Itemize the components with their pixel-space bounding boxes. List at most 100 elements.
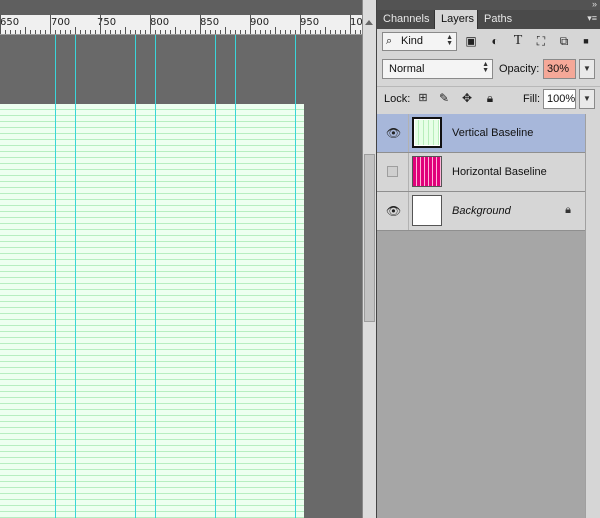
- ruler-tick: [190, 30, 191, 34]
- layer-name[interactable]: Vertical Baseline: [452, 127, 533, 139]
- lock-transparent-pixels-icon[interactable]: ⊞: [416, 91, 430, 105]
- fill-dropdown-button[interactable]: ▼: [579, 89, 595, 109]
- ruler-tick: [185, 30, 186, 34]
- tab-layers[interactable]: Layers: [435, 10, 478, 29]
- ruler-label: 950: [300, 17, 320, 28]
- ruler-tick: [15, 30, 16, 34]
- ruler-tick: [30, 30, 31, 34]
- ruler-tick: [290, 30, 291, 34]
- tab-paths[interactable]: Paths: [478, 10, 518, 29]
- canvas-vertical-scrollbar[interactable]: [362, 0, 376, 518]
- blend-mode-value: Normal: [389, 63, 425, 75]
- ruler-tick: [265, 30, 266, 34]
- vertical-guide[interactable]: [155, 35, 156, 518]
- blend-mode-select[interactable]: Normal ▲ ▼: [382, 59, 493, 79]
- vertical-guide[interactable]: [235, 35, 236, 518]
- scroll-up-arrow-icon[interactable]: [365, 20, 373, 25]
- ruler-tick: [240, 30, 241, 34]
- visibility-toggle[interactable]: 👁︎: [377, 192, 409, 230]
- ruler-tick: [230, 30, 231, 34]
- fill-input[interactable]: 100%: [543, 89, 576, 109]
- horizontal-ruler[interactable]: 650 700 750 800 850 900 950 10: [0, 15, 362, 35]
- vertical-guide[interactable]: [215, 35, 216, 518]
- ruler-tick: [140, 30, 141, 34]
- lock-all-icon[interactable]: 🔒︎: [483, 91, 497, 105]
- eye-icon: 👁︎: [386, 204, 402, 218]
- ruler-tick: [325, 27, 326, 34]
- ruler-tick: [50, 15, 51, 34]
- ruler-tick: [105, 30, 106, 34]
- tab-channels[interactable]: Channels: [377, 10, 435, 29]
- opacity-input[interactable]: 30%: [543, 59, 576, 79]
- ruler-tick: [280, 30, 281, 34]
- layer-row-background[interactable]: 👁︎ Background 🔒︎: [377, 192, 585, 231]
- ruler-label: 900: [250, 17, 270, 28]
- panel-header-strip: »: [377, 0, 600, 10]
- ruler-tick: [20, 30, 21, 34]
- visibility-toggle[interactable]: [377, 153, 409, 191]
- ruler-tick: [60, 30, 61, 34]
- document-tab-strip: [0, 0, 362, 15]
- visibility-toggle[interactable]: 👁︎: [377, 114, 409, 152]
- ruler-tick: [120, 30, 121, 34]
- adjustment-filter-icon[interactable]: ◐: [488, 34, 502, 48]
- ruler-tick: [310, 30, 311, 34]
- ruler-label: 850: [200, 17, 220, 28]
- layer-row-vertical-baseline[interactable]: 👁︎ Vertical Baseline: [377, 114, 585, 153]
- eye-icon: 👁︎: [386, 126, 402, 140]
- blend-opacity-row: Normal ▲ ▼ Opacity: 30% ▼: [377, 57, 600, 81]
- ruler-tick: [210, 30, 211, 34]
- filter-kind-label: Kind: [401, 35, 424, 47]
- ruler-tick: [165, 30, 166, 34]
- ruler-tick: [295, 30, 296, 34]
- ruler-tick: [95, 30, 96, 34]
- ruler-tick: [200, 15, 201, 34]
- scrollbar-thumb[interactable]: [364, 154, 375, 322]
- hidden-visibility-box: [387, 166, 398, 177]
- ruler-tick: [25, 27, 26, 34]
- filter-toggle-icon[interactable]: ■: [579, 34, 593, 48]
- filter-kind-select[interactable]: ⌕ Kind ▲ ▼: [382, 32, 457, 51]
- layer-name[interactable]: Horizontal Baseline: [452, 166, 547, 178]
- vertical-guide[interactable]: [55, 35, 56, 518]
- layer-row-horizontal-baseline[interactable]: Horizontal Baseline: [377, 153, 585, 192]
- opacity-label: Opacity:: [499, 63, 540, 75]
- lock-position-move-icon[interactable]: ✥: [460, 91, 474, 105]
- ruler-tick: [180, 30, 181, 34]
- ruler-tick: [250, 15, 251, 34]
- ruler-tick: [255, 30, 256, 34]
- layer-name[interactable]: Background: [452, 205, 511, 217]
- ruler-label: 650: [0, 17, 20, 28]
- ruler-tick: [10, 30, 11, 34]
- smart-object-filter-icon[interactable]: ⧉: [557, 34, 571, 48]
- ruler-tick: [130, 30, 131, 34]
- ruler-label: 800: [150, 17, 170, 28]
- ruler-tick: [125, 27, 126, 34]
- lock-fill-row: Lock: ⊞ ✎ ✥ 🔒︎ Fill: 100% ▼: [377, 86, 600, 111]
- vertical-guide[interactable]: [295, 35, 296, 518]
- ruler-tick: [220, 30, 221, 34]
- ruler-tick: [195, 30, 196, 34]
- layers-scrollbar[interactable]: [585, 114, 600, 518]
- vertical-guide[interactable]: [75, 35, 76, 518]
- spinner-arrows-icon: ▲ ▼: [482, 61, 489, 74]
- ruler-tick: [65, 30, 66, 34]
- panel-menu-icon[interactable]: ▾≡: [587, 13, 597, 24]
- vertical-guide[interactable]: [135, 35, 136, 518]
- shape-filter-icon[interactable]: ⛶: [534, 34, 548, 48]
- opacity-dropdown-button[interactable]: ▼: [579, 59, 595, 79]
- ruler-tick: [170, 30, 171, 34]
- lock-label: Lock:: [384, 93, 411, 105]
- document-canvas[interactable]: [0, 104, 304, 518]
- document-canvas-area[interactable]: ✕ 650 700 750 800 850 900 950 10: [0, 0, 362, 518]
- layer-thumbnail[interactable]: [412, 117, 442, 148]
- layer-thumbnail[interactable]: [412, 195, 442, 226]
- lock-image-pixels-brush-icon[interactable]: ✎: [437, 91, 451, 105]
- layer-thumbnail[interactable]: [412, 156, 442, 187]
- collapse-panel-icon[interactable]: »: [592, 0, 597, 9]
- image-filter-icon[interactable]: ▣: [464, 34, 478, 48]
- spinner-arrows-icon: ▲ ▼: [446, 34, 453, 47]
- type-filter-icon[interactable]: T: [511, 34, 525, 48]
- ruler-tick: [235, 30, 236, 34]
- ruler-tick: [90, 30, 91, 34]
